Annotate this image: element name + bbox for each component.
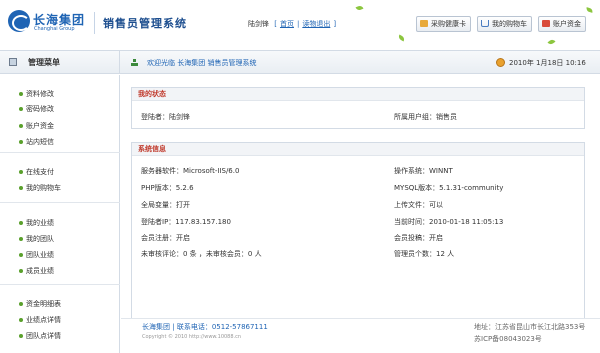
- fund-icon: [542, 20, 550, 27]
- php-version: PHP版本：5.2.6: [141, 184, 194, 192]
- nav-group-account: 资料修改 密码修改 账户资金 站内短信: [0, 75, 120, 153]
- menu-header: 管理菜单: [0, 51, 120, 73]
- login-ip: 登陆者IP：117.83.157.180: [141, 218, 231, 226]
- nav-item-messages[interactable]: 站内短信: [19, 137, 54, 147]
- sitemap-icon: [131, 59, 138, 66]
- nav-item-my-team[interactable]: 我的团队: [19, 234, 54, 244]
- bullet-icon: [19, 334, 23, 338]
- main-content: 我的状态 登陆者：陆剑锋 所属用户组：销售员 系统信息 服务器软件：Micros…: [121, 75, 600, 353]
- logout-link[interactable]: 读物退出: [302, 20, 330, 28]
- button-label: 账户资金: [553, 20, 581, 28]
- cart-icon: [481, 20, 489, 27]
- admin-count: 管理员个数：12 人: [394, 250, 455, 258]
- nav-group-performance: 我的业绩 我的团队 团队业绩 成员业绩: [0, 203, 120, 285]
- nav-item-performance-points[interactable]: 业绩点详情: [19, 315, 61, 325]
- system-info-panel: 系统信息 服务器软件：Microsoft-IIS/6.0 操作系统：WINNT …: [131, 142, 585, 332]
- bullet-icon: [19, 302, 23, 306]
- nav-item-my-performance[interactable]: 我的业绩: [19, 218, 54, 228]
- button-label: 采购健康卡: [431, 20, 466, 28]
- bullet-icon: [19, 186, 23, 190]
- logo-english-name: Changhai Group: [34, 26, 75, 32]
- bullet-icon: [19, 107, 23, 111]
- bullet-icon: [19, 269, 23, 273]
- bullet-icon: [19, 318, 23, 322]
- leaf-decoration: [547, 38, 556, 46]
- user-group: 所属用户组：销售员: [394, 113, 457, 121]
- leaf-decoration: [355, 4, 364, 12]
- nav-group-reports: 资金明细表 业绩点详情 团队点详情: [0, 285, 120, 353]
- nav-item-team-points[interactable]: 团队点详情: [19, 331, 61, 341]
- header-divider: [94, 12, 95, 34]
- company-logo[interactable]: 长海集团 Changhai Group: [8, 10, 92, 34]
- current-time: 当前时间：2010-01-18 11:05:13: [394, 218, 504, 226]
- my-cart-button[interactable]: 我的购物车: [477, 16, 532, 32]
- home-link[interactable]: 首页: [280, 20, 294, 28]
- user-links: 陆剑锋 [首页 | 读物退出]: [248, 20, 337, 28]
- current-datetime: 2010年 1月18日 10:16: [509, 59, 586, 67]
- footer-contact: 长海集团 | 联系电话：0512-57867111: [142, 323, 268, 331]
- file-upload: 上传文件：可以: [394, 201, 443, 209]
- clock-icon: [496, 58, 505, 67]
- nav-group-payment: 在线支付 我的购物车: [0, 153, 120, 203]
- header: 长海集团 Changhai Group 销售员管理系统 陆剑锋 [首页 | 读物退出…: [0, 0, 600, 50]
- bullet-icon: [19, 140, 23, 144]
- login-user: 登陆者：陆剑锋: [141, 113, 190, 121]
- account-funds-button[interactable]: 账户资金: [538, 16, 586, 32]
- sidebar: 资料修改 密码修改 账户资金 站内短信 在线支付 我的购物车 我的业绩 我的团队…: [0, 75, 120, 353]
- nav-item-member-performance[interactable]: 成员业绩: [19, 266, 54, 276]
- nav-item-profile-edit[interactable]: 资料修改: [19, 89, 54, 99]
- user-name: 陆剑锋: [248, 20, 269, 28]
- menu-icon: [9, 58, 17, 66]
- bullet-icon: [19, 92, 23, 96]
- leaf-decoration: [397, 34, 406, 42]
- server-software: 服务器软件：Microsoft-IIS/6.0: [141, 167, 240, 175]
- leaf-decoration: [585, 7, 594, 13]
- bullet-icon: [19, 237, 23, 241]
- panel-title: 系统信息: [132, 143, 584, 156]
- nav-item-my-cart[interactable]: 我的购物车: [19, 183, 61, 193]
- buy-health-card-button[interactable]: 采购健康卡: [416, 16, 471, 32]
- nav-item-account-funds[interactable]: 账户资金: [19, 121, 54, 131]
- bullet-icon: [19, 253, 23, 257]
- pending-reviews: 未审核评论：0 条 ，未审核会员：0 人: [141, 250, 262, 258]
- menu-title: 管理菜单: [28, 58, 60, 67]
- global-variables: 全局变量：打开: [141, 201, 190, 209]
- footer: 长海集团 | 联系电话：0512-57867111 Copyright © 20…: [121, 318, 600, 353]
- footer-company: 长海集团: [142, 323, 170, 331]
- footer-address: 地址：江苏省昆山市长江北路353号: [474, 323, 586, 331]
- bullet-icon: [19, 170, 23, 174]
- footer-hotline: 联系电话：0512-57867111: [176, 323, 268, 331]
- member-registration: 会员注册：开启: [141, 234, 190, 242]
- nav-item-online-payment[interactable]: 在线支付: [19, 167, 54, 177]
- footer-icp: 苏ICP备08043023号: [474, 335, 542, 343]
- button-label: 我的购物车: [492, 20, 527, 28]
- nav-item-password-change[interactable]: 密码修改: [19, 104, 54, 114]
- panel-title: 我的状态: [132, 88, 584, 101]
- mysql-version: MYSQL版本：5.1.31-community: [394, 184, 504, 192]
- system-title: 销售员管理系统: [103, 17, 187, 30]
- my-status-panel: 我的状态 登陆者：陆剑锋 所属用户组：销售员: [131, 87, 585, 129]
- operating-system: 操作系统：WINNT: [394, 167, 453, 175]
- bullet-icon: [19, 124, 23, 128]
- sub-bar: 管理菜单 欢迎光临 长海集团 销售员管理系统 2010年 1月18日 10:16: [0, 50, 600, 74]
- member-submission: 会员投稿：开启: [394, 234, 443, 242]
- logo-icon: [8, 10, 30, 32]
- footer-copyright: Copyright © 2010 http://www.10088.cn: [142, 334, 242, 340]
- card-icon: [420, 20, 428, 27]
- welcome-message: 欢迎光临 长海集团 销售员管理系统: [147, 59, 257, 67]
- nav-item-team-performance[interactable]: 团队业绩: [19, 250, 54, 260]
- bullet-icon: [19, 221, 23, 225]
- nav-item-fund-details[interactable]: 资金明细表: [19, 299, 61, 309]
